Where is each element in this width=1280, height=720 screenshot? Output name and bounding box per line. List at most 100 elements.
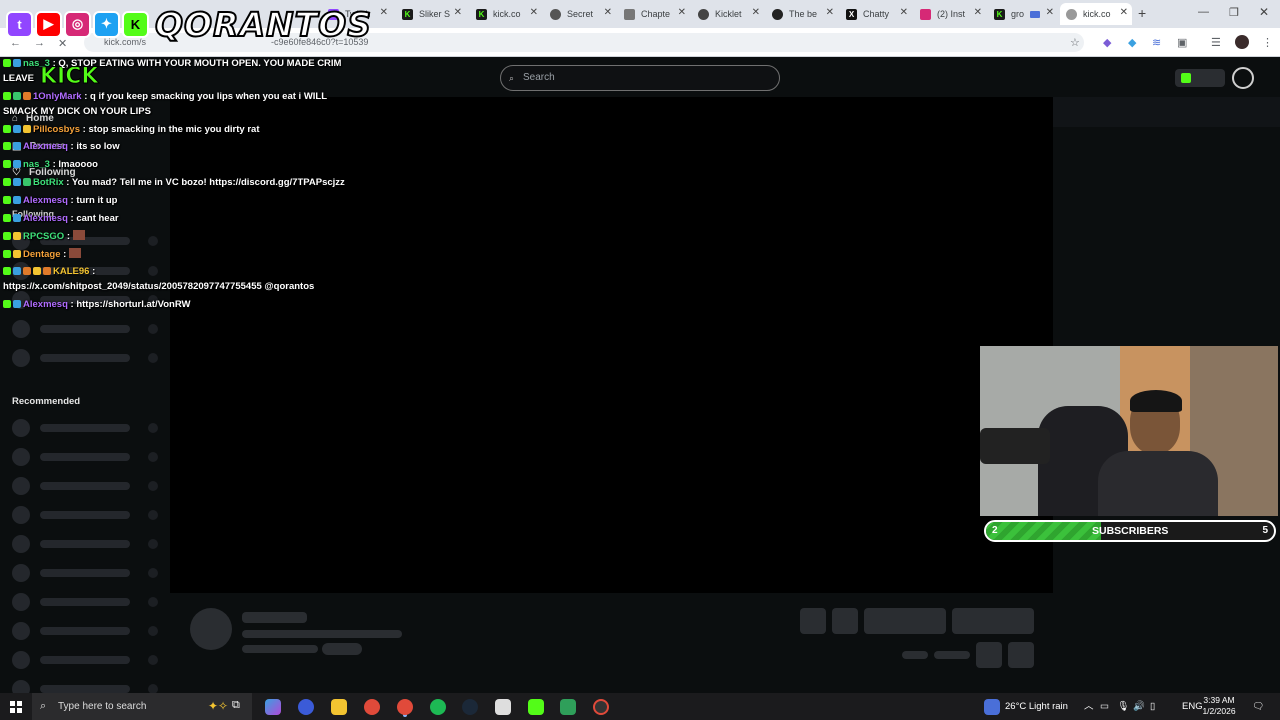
file-explorer-icon[interactable]	[331, 699, 347, 715]
instagram-icon: ◎	[64, 10, 91, 38]
user-avatar-icon[interactable]	[1232, 67, 1254, 89]
kicklet-icon	[698, 8, 709, 20]
video-player[interactable]	[170, 97, 1053, 593]
window-close-button[interactable]: ✕	[1259, 5, 1269, 19]
tab-secret[interactable]: Secret ✕	[544, 3, 616, 25]
button-skeleton	[800, 608, 826, 634]
windows-taskbar: ⌕ Type here to search ✦✧ ⧉ 26°C Light ra…	[0, 693, 1280, 720]
copilot-icon[interactable]	[265, 699, 281, 715]
chat-username: 1OnlyMark	[33, 91, 82, 102]
x-icon: X	[846, 8, 857, 20]
media-icon[interactable]: ≋	[1152, 36, 1161, 49]
tab-chatty[interactable]: X Chatty ✕	[840, 3, 912, 25]
tab-kick-active[interactable]: kick.co ✕	[1060, 3, 1132, 25]
subscriber-goal-fill	[986, 522, 1102, 540]
close-icon[interactable]: ✕	[974, 7, 982, 18]
tab-label: (2) Inst	[937, 9, 966, 19]
spotify-icon[interactable]	[430, 699, 446, 715]
globe-icon	[1066, 8, 1077, 20]
extension-icon[interactable]: ◆	[1128, 36, 1136, 49]
close-icon[interactable]: ✕	[454, 7, 462, 18]
tab-label: kick.co	[493, 9, 521, 19]
stat-skeleton	[902, 651, 928, 659]
bookmark-star-icon[interactable]: ☆	[1070, 36, 1080, 49]
kick-icon[interactable]	[528, 699, 544, 715]
extensions-puzzle-icon[interactable]: ▣	[1177, 36, 1187, 49]
tab-kick[interactable]: K kick.co ✕	[470, 3, 542, 25]
tab-label: Secret	[567, 9, 594, 19]
task-view-icon[interactable]: ⧉	[232, 699, 248, 715]
restore-button[interactable]: ❐	[1229, 6, 1239, 19]
steam-icon[interactable]	[462, 699, 478, 715]
tab-kicklet[interactable]: Kicklet ✕	[692, 3, 764, 25]
close-icon[interactable]: ✕	[752, 7, 760, 18]
close-icon[interactable]: ✕	[678, 7, 686, 18]
battery-icon[interactable]: ▯	[1150, 693, 1155, 720]
tab-chapter[interactable]: Chapte ✕	[618, 3, 690, 25]
login-button[interactable]	[1175, 69, 1225, 87]
close-icon[interactable]: ✕	[380, 7, 388, 18]
profile-avatar[interactable]	[1235, 35, 1249, 49]
chat-text: : lmaoooo	[52, 159, 98, 170]
weather-icon[interactable]	[984, 699, 1000, 715]
tab-sliker[interactable]: K Sliker S ✕	[396, 3, 466, 25]
close-icon[interactable]: ✕	[1046, 7, 1054, 18]
kick-icon: K	[402, 8, 413, 20]
channel-skeleton	[12, 419, 162, 437]
channel-skeleton	[12, 535, 162, 553]
chat-text: : You mad? Tell me in VC bozo! https://d…	[66, 177, 345, 188]
sub-badge-icon	[13, 178, 21, 186]
close-icon[interactable]: ✕	[530, 7, 538, 18]
volume-icon[interactable]: 🔊	[1133, 693, 1145, 720]
microphone-icon[interactable]: 🎙	[1117, 693, 1129, 720]
chat-text: : its so low	[70, 141, 120, 152]
media-controls-icon[interactable]: ☰	[1211, 36, 1221, 49]
chat-message: LEAVE	[3, 73, 34, 84]
close-icon[interactable]: ✕	[604, 7, 612, 18]
kick-badge-icon	[3, 214, 11, 222]
chat-text: :	[66, 231, 70, 242]
extension-icon[interactable]: ◆	[1103, 36, 1111, 49]
tab-instagram[interactable]: (2) Inst ✕	[914, 3, 986, 25]
gift-badge-icon	[23, 125, 31, 133]
tab-the-be[interactable]: The be ✕	[766, 3, 838, 25]
app-icon[interactable]	[560, 699, 576, 715]
tab-gro[interactable]: K gro ✕	[988, 3, 1058, 25]
chat-username: BotRix	[33, 177, 64, 188]
subscriber-goal-bar: 2 SUBSCRIBERS 5	[984, 520, 1276, 542]
clock-date: 1/2/2026	[1202, 706, 1236, 716]
new-tab-button[interactable]: +	[1138, 5, 1146, 21]
notification-icon[interactable]: 🗨	[1252, 693, 1264, 720]
chrome-icon[interactable]	[364, 699, 380, 715]
start-button[interactable]	[10, 701, 22, 713]
taskbar-search-input[interactable]: ⌕ Type here to search ✦✧	[32, 693, 252, 720]
close-icon[interactable]: ✕	[900, 7, 908, 18]
menu-icon[interactable]: ⋮	[1262, 36, 1273, 49]
input-language[interactable]: ENG	[1182, 693, 1203, 720]
minimize-button[interactable]: —	[1198, 6, 1209, 18]
chat-message: https://x.com/shitpost_2049/status/20057…	[3, 281, 314, 292]
chat-message: 1OnlyMark : q if you keep smacking you l…	[3, 91, 327, 102]
channel-skeleton	[12, 349, 162, 367]
crown-badge-icon	[33, 267, 41, 275]
sub-goal-label: SUBSCRIBERS	[1092, 525, 1169, 537]
close-icon[interactable]: ✕	[826, 7, 834, 18]
clock[interactable]: 3:39 AM 1/2/2026	[1202, 695, 1236, 717]
chat-message: Dentage :	[3, 248, 81, 260]
close-icon[interactable]: ✕	[1120, 7, 1128, 18]
webcam-feed	[980, 346, 1278, 516]
weather-text[interactable]: 26°C Light rain	[1005, 693, 1068, 720]
tab-label: gro	[1011, 9, 1025, 19]
search-input[interactable]: ⌕ Search	[500, 65, 780, 91]
kick-badge-icon	[3, 250, 11, 258]
chrome-active-icon[interactable]	[397, 699, 413, 715]
sub-badge-icon	[13, 125, 21, 133]
network-icon[interactable]: ▭	[1100, 693, 1109, 720]
tray-overflow-icon[interactable]: ︿	[1084, 693, 1094, 720]
chat-message: Alexmesq : cant hear	[3, 213, 119, 224]
chat-username: RPCSGO	[23, 231, 65, 242]
obs-icon[interactable]	[593, 699, 609, 715]
app-icon[interactable]	[298, 699, 314, 715]
chat-username: Alexmesq	[23, 299, 68, 310]
app-icon[interactable]	[495, 699, 511, 715]
